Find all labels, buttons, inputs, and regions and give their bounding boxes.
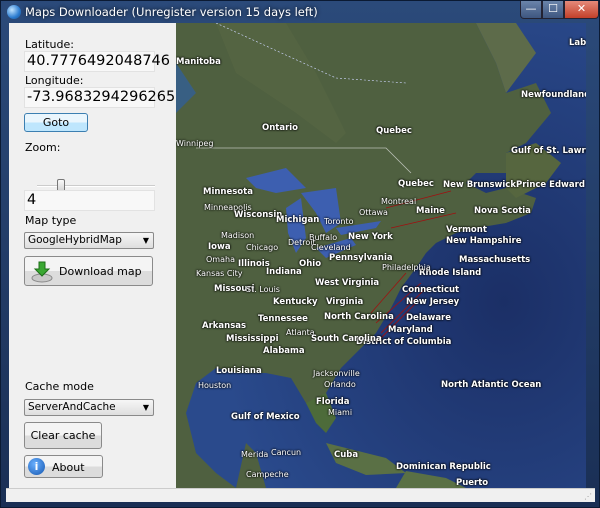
map-label: Iowa: [208, 242, 231, 252]
map-label: Chicago: [246, 243, 279, 252]
map-label: Prince Edward Island: [516, 180, 586, 190]
map-label: South Carolina: [311, 334, 382, 344]
resize-grip-icon[interactable]: ⋰: [584, 492, 592, 501]
map-type-value: GoogleHybridMap: [28, 234, 122, 246]
longitude-field[interactable]: -73.9683294296265: [24, 87, 175, 108]
map-label: Maine: [416, 206, 445, 216]
map-label: Puerto: [456, 478, 489, 488]
map-label: Houston: [198, 381, 232, 390]
cache-mode-value: ServerAndCache: [28, 401, 116, 413]
map-label: Kansas City: [196, 269, 243, 278]
map-label: Manitoba: [176, 57, 221, 67]
map-label: Ottawa: [359, 208, 388, 217]
map-label: Arkansas: [202, 321, 247, 331]
map-label: Quebec: [376, 126, 412, 136]
map-label: Madison: [221, 231, 255, 240]
map-label: Pennsylvania: [329, 253, 393, 263]
map-label: West Virginia: [315, 278, 380, 288]
control-panel: Latitude: 40.7776492048746 Longitude: -7…: [9, 23, 176, 488]
download-map-label: Download map: [59, 265, 142, 278]
map-label: Mississippi: [226, 334, 279, 344]
map-label: Omaha: [206, 255, 235, 264]
maximize-button[interactable]: ☐: [542, 1, 564, 19]
map-label: Tennessee: [258, 314, 308, 324]
map-label: Jacksonville: [313, 369, 360, 378]
cache-mode-dropdown[interactable]: ServerAndCache ▼: [24, 399, 154, 416]
map-label: Illinois: [238, 259, 270, 269]
map-label: Orlando: [324, 380, 356, 389]
download-disk-icon: [31, 261, 53, 283]
zoom-value-field[interactable]: 4: [24, 190, 155, 211]
map-label: Miami: [328, 408, 353, 417]
map-label: Labrador Sea: [569, 38, 586, 48]
map-label: Vermont: [446, 225, 487, 235]
map-label: Michigan: [276, 215, 320, 225]
download-map-button[interactable]: Download map: [24, 256, 153, 286]
map-label: Philadelphia: [382, 263, 431, 272]
map-label: Montreal: [381, 197, 417, 206]
map-label: New Brunswick: [443, 180, 516, 190]
map-label: Cleveland: [311, 243, 351, 252]
dropdown-arrow-icon: ▼: [142, 236, 149, 245]
close-button[interactable]: ✕: [564, 1, 599, 19]
map-label: Ontario: [262, 123, 299, 133]
map-label: Kentucky: [273, 297, 318, 307]
map-label: Virginia: [326, 297, 364, 307]
map-label: Delaware: [406, 313, 452, 323]
map-view[interactable]: Labrador Sea Newfoundland and Labrador Ont…: [176, 23, 586, 488]
latitude-field[interactable]: 40.7776492048746: [24, 51, 170, 72]
map-label: St. Louis: [246, 285, 280, 294]
cache-mode-label: Cache mode: [25, 380, 94, 393]
clear-cache-button[interactable]: Clear cache: [24, 422, 102, 449]
title-bar: Maps Downloader (Unregister version 15 d…: [1, 1, 600, 23]
map-label: Cuba: [334, 450, 359, 460]
map-label: New York: [348, 232, 393, 242]
map-label: Florida: [316, 397, 350, 407]
map-label: Dominican Republic: [396, 462, 491, 472]
map-label: Gulf of Mexico: [231, 412, 300, 422]
window-title: Maps Downloader (Unregister version 15 d…: [25, 5, 318, 19]
map-label: Maryland: [388, 325, 433, 335]
longitude-label: Longitude:: [25, 74, 84, 87]
map-label: Campeche: [246, 470, 289, 479]
zoom-slider-track[interactable]: [37, 185, 155, 187]
zoom-label: Zoom:: [25, 141, 61, 154]
about-label: About: [52, 461, 85, 474]
map-label: Alabama: [263, 346, 305, 356]
map-label: New Jersey: [406, 297, 460, 307]
map-label: Toronto: [324, 217, 354, 226]
dropdown-arrow-icon: ▼: [142, 403, 149, 412]
map-label: Gulf of St. Lawrence: [511, 146, 586, 156]
map-label: Cancun: [271, 448, 302, 457]
info-icon: i: [28, 458, 45, 475]
map-label: Nova Scotia: [474, 206, 531, 216]
map-label: New Hampshire: [446, 236, 522, 246]
map-label: Merida: [241, 450, 269, 459]
map-label: Indiana: [266, 267, 302, 277]
map-label: North Carolina: [324, 312, 394, 322]
about-button[interactable]: i About: [24, 455, 103, 478]
goto-button[interactable]: Goto: [24, 113, 88, 132]
map-label: North Atlantic Ocean: [441, 380, 542, 390]
latitude-label: Latitude:: [25, 38, 74, 51]
map-label: Newfoundland and Labrador: [521, 90, 586, 100]
status-bar: ⋰: [6, 488, 595, 502]
map-label: Connecticut: [402, 285, 460, 295]
minimize-button[interactable]: —: [520, 1, 542, 19]
map-label: Massachusetts: [459, 255, 531, 265]
map-label: Ohio: [299, 259, 322, 269]
map-type-dropdown[interactable]: GoogleHybridMap ▼: [24, 232, 154, 249]
app-window: Maps Downloader (Unregister version 15 d…: [0, 0, 600, 508]
map-label: Minnesota: [203, 187, 253, 197]
map-type-label: Map type: [25, 214, 77, 227]
globe-icon: [7, 5, 21, 19]
map-label: Louisiana: [216, 366, 262, 376]
map-label: Winnipeg: [176, 139, 214, 148]
map-label: Quebec: [398, 179, 434, 189]
